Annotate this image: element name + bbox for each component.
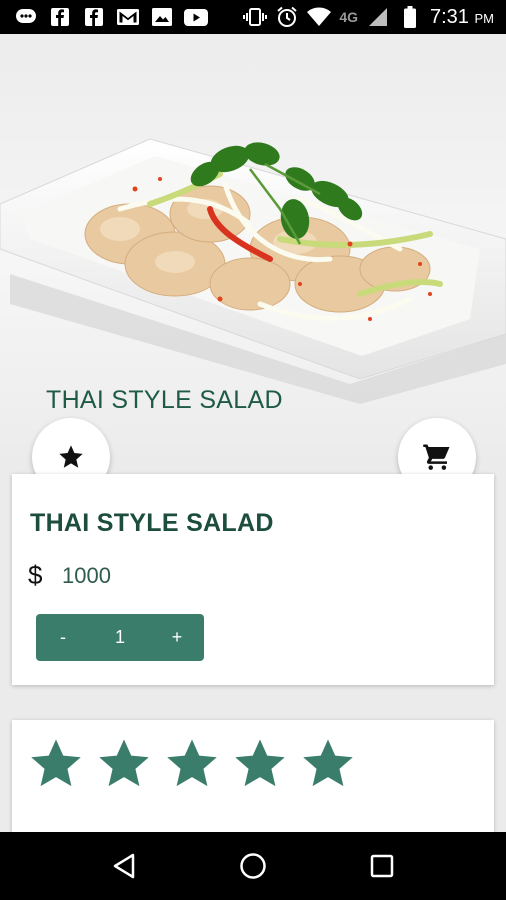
price-row: $ 1000: [28, 560, 111, 591]
wifi-icon: [307, 7, 332, 27]
quantity-value: 1: [114, 627, 125, 647]
product-card: THAI STYLE SALAD $ 1000 - 1 +: [12, 474, 494, 685]
home-button[interactable]: [233, 846, 273, 886]
chat-icon: [14, 7, 38, 27]
quantity-stepper: - 1 +: [36, 614, 204, 661]
rating-star-icon[interactable]: [96, 736, 152, 792]
product-name: THAI STYLE SALAD: [30, 509, 274, 537]
decrement-button[interactable]: -: [36, 627, 90, 648]
system-icons: 4G 7:31 PM: [243, 6, 506, 29]
image-icon: [150, 7, 174, 27]
rating-stars[interactable]: [28, 736, 356, 792]
network-type: 4G: [339, 9, 358, 25]
cart-icon: [423, 444, 450, 470]
star-icon: [59, 445, 83, 468]
back-button[interactable]: [104, 846, 144, 886]
increment-button[interactable]: +: [150, 627, 204, 648]
back-icon: [114, 853, 135, 879]
currency-symbol: $: [28, 560, 43, 590]
navigation-bar: [0, 832, 506, 900]
rating-card: [12, 720, 494, 850]
rating-star-icon[interactable]: [300, 736, 356, 792]
youtube-icon: [184, 7, 208, 27]
facebook-icon: [82, 7, 106, 27]
recents-icon: [370, 854, 393, 878]
facebook-icon: [48, 7, 72, 27]
gmail-icon: [116, 7, 140, 27]
signal-icon: [366, 7, 390, 27]
price-value: 1000: [62, 562, 111, 588]
clock: 7:31 PM: [430, 6, 494, 29]
hero-title: THAI STYLE SALAD: [46, 386, 283, 414]
clock-time: 7:31: [430, 5, 469, 28]
rating-star-icon[interactable]: [232, 736, 288, 792]
home-icon: [240, 853, 266, 879]
vibrate-icon: [243, 7, 268, 27]
hero-image: THAI STYLE SALAD: [0, 34, 506, 456]
rating-star-icon[interactable]: [28, 736, 84, 792]
rating-star-icon[interactable]: [164, 736, 220, 792]
battery-icon: [398, 6, 422, 28]
screen: 4G 7:31 PM THAI STYLE SALAD THAI STYLE S…: [0, 0, 506, 900]
recents-button[interactable]: [362, 846, 402, 886]
clock-ampm: PM: [474, 10, 495, 26]
notification-icons: [0, 7, 208, 27]
status-bar: 4G 7:31 PM: [0, 0, 506, 34]
alarm-icon: [275, 6, 299, 27]
